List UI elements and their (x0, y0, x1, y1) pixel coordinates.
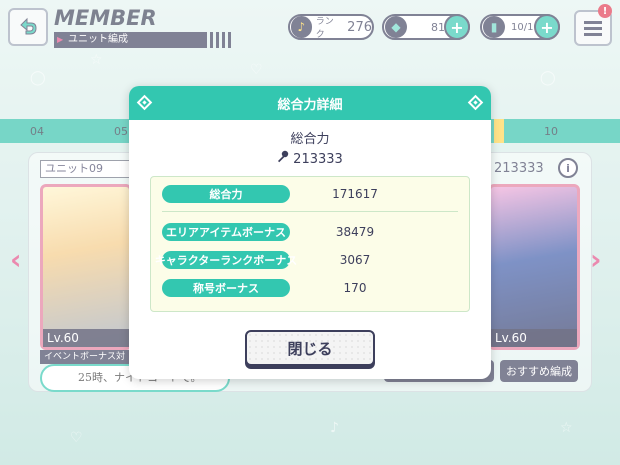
close-button[interactable]: 閉じる (245, 330, 375, 366)
overall-power-value: 213333 (293, 152, 343, 167)
breakdown-label: エリアアイテムボーナス (162, 223, 290, 241)
breakdown-value: 38479 (335, 225, 375, 239)
breakdown-row-character-rank: キャラクターランクボーナス 3067 (155, 251, 462, 273)
breakdown-row-title-bonus: 称号ボーナス 170 (162, 279, 462, 301)
breakdown-label: キャラクターランクボーナス (155, 251, 297, 269)
dialog-title: 総合力詳細 (277, 97, 343, 113)
overall-power-label: 総合力 (290, 132, 330, 147)
power-detail-dialog: 総合力詳細 総合力 213333 総合力 171617 エリアアイテムボーナス … (129, 86, 491, 379)
breakdown-value: 3067 (339, 253, 371, 267)
breakdown-label: 総合力 (162, 185, 290, 203)
diamond-icon (467, 94, 484, 111)
overall-power-row: 213333 (129, 150, 491, 167)
breakdown-row-area-item: エリアアイテムボーナス 38479 (162, 223, 462, 245)
power-breakdown-box: 総合力 171617 エリアアイテムボーナス 38479 キャラクターランクボー… (150, 176, 470, 312)
dialog-header: 総合力詳細 (129, 86, 491, 120)
breakdown-label: 称号ボーナス (162, 279, 290, 297)
diamond-icon (136, 94, 153, 111)
microphone-icon (278, 150, 289, 163)
breakdown-value: 170 (343, 281, 367, 295)
breakdown-row-base: 総合力 171617 (162, 185, 462, 207)
breakdown-value: 171617 (332, 187, 378, 201)
breakdown-divider (162, 211, 458, 212)
